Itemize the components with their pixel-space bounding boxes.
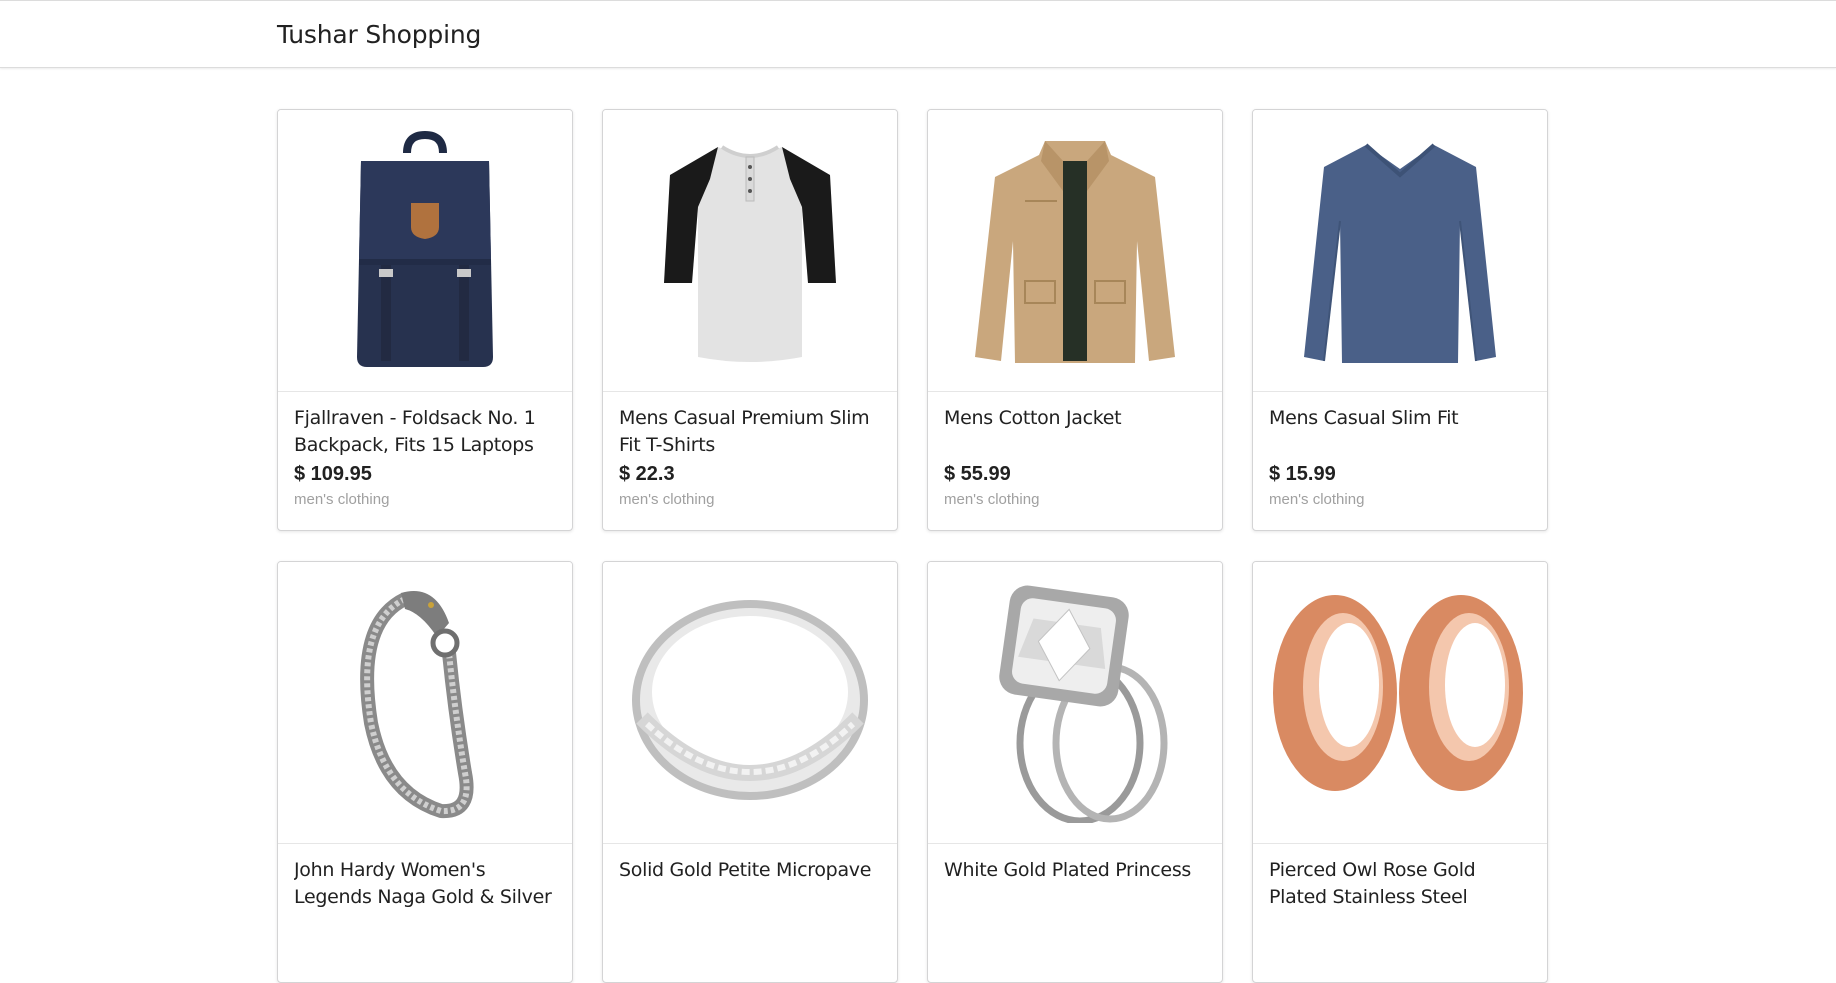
product-card[interactable]: Solid Gold Petite Micropave xyxy=(602,561,898,983)
product-category: men's clothing xyxy=(619,491,715,508)
ring-image xyxy=(632,599,868,800)
product-price: $ 15.99 xyxy=(1269,463,1336,485)
product-image xyxy=(928,110,1222,392)
top-nav-bar: Tushar Shopping xyxy=(0,0,1836,68)
product-title[interactable]: Mens Cotton Jacket xyxy=(944,405,1206,461)
product-image xyxy=(928,562,1222,844)
product-price: $ 55.99 xyxy=(944,463,1011,485)
product-card[interactable]: White Gold Plated Princess xyxy=(927,561,1223,983)
product-image xyxy=(603,110,897,392)
rose-gold-earrings-image xyxy=(1273,594,1523,791)
product-card[interactable]: Mens Casual Premium Slim Fit T-Shirts $ … xyxy=(602,109,898,531)
product-title[interactable]: Mens Casual Premium Slim Fit T-Shirts xyxy=(619,405,881,461)
product-price: $ 109.95 xyxy=(294,463,372,485)
longsleeve-shirt-image xyxy=(1304,143,1496,363)
product-card[interactable]: John Hardy Women's Legends Naga Gold & S… xyxy=(277,561,573,983)
product-price: $ 22.3 xyxy=(619,463,675,485)
product-card[interactable]: Mens Casual Slim Fit $ 15.99 men's cloth… xyxy=(1252,109,1548,531)
product-image xyxy=(1253,562,1547,844)
tshirt-image xyxy=(664,144,836,362)
product-category: men's clothing xyxy=(294,491,390,508)
product-image xyxy=(1253,110,1547,392)
product-grid: Fjallraven - Foldsack No. 1 Backpack, Fi… xyxy=(277,109,1548,983)
product-category: men's clothing xyxy=(1269,491,1365,508)
backpack-image xyxy=(357,130,493,367)
brand-title[interactable]: Tushar Shopping xyxy=(277,20,481,49)
product-card[interactable]: Pierced Owl Rose Gold Plated Stainless S… xyxy=(1252,561,1548,983)
product-card[interactable]: Fjallraven - Foldsack No. 1 Backpack, Fi… xyxy=(277,109,573,531)
product-image xyxy=(278,562,572,844)
product-card[interactable]: Mens Cotton Jacket $ 55.99 men's clothin… xyxy=(927,109,1223,531)
product-title[interactable]: Fjallraven - Foldsack No. 1 Backpack, Fi… xyxy=(294,405,556,461)
product-image xyxy=(278,110,572,392)
diamond-ring-image xyxy=(999,585,1168,823)
product-category: men's clothing xyxy=(944,491,1040,508)
product-title[interactable]: Mens Casual Slim Fit xyxy=(1269,405,1531,461)
jacket-image xyxy=(975,140,1175,363)
bracelet-image xyxy=(360,590,474,818)
product-image xyxy=(603,562,897,844)
